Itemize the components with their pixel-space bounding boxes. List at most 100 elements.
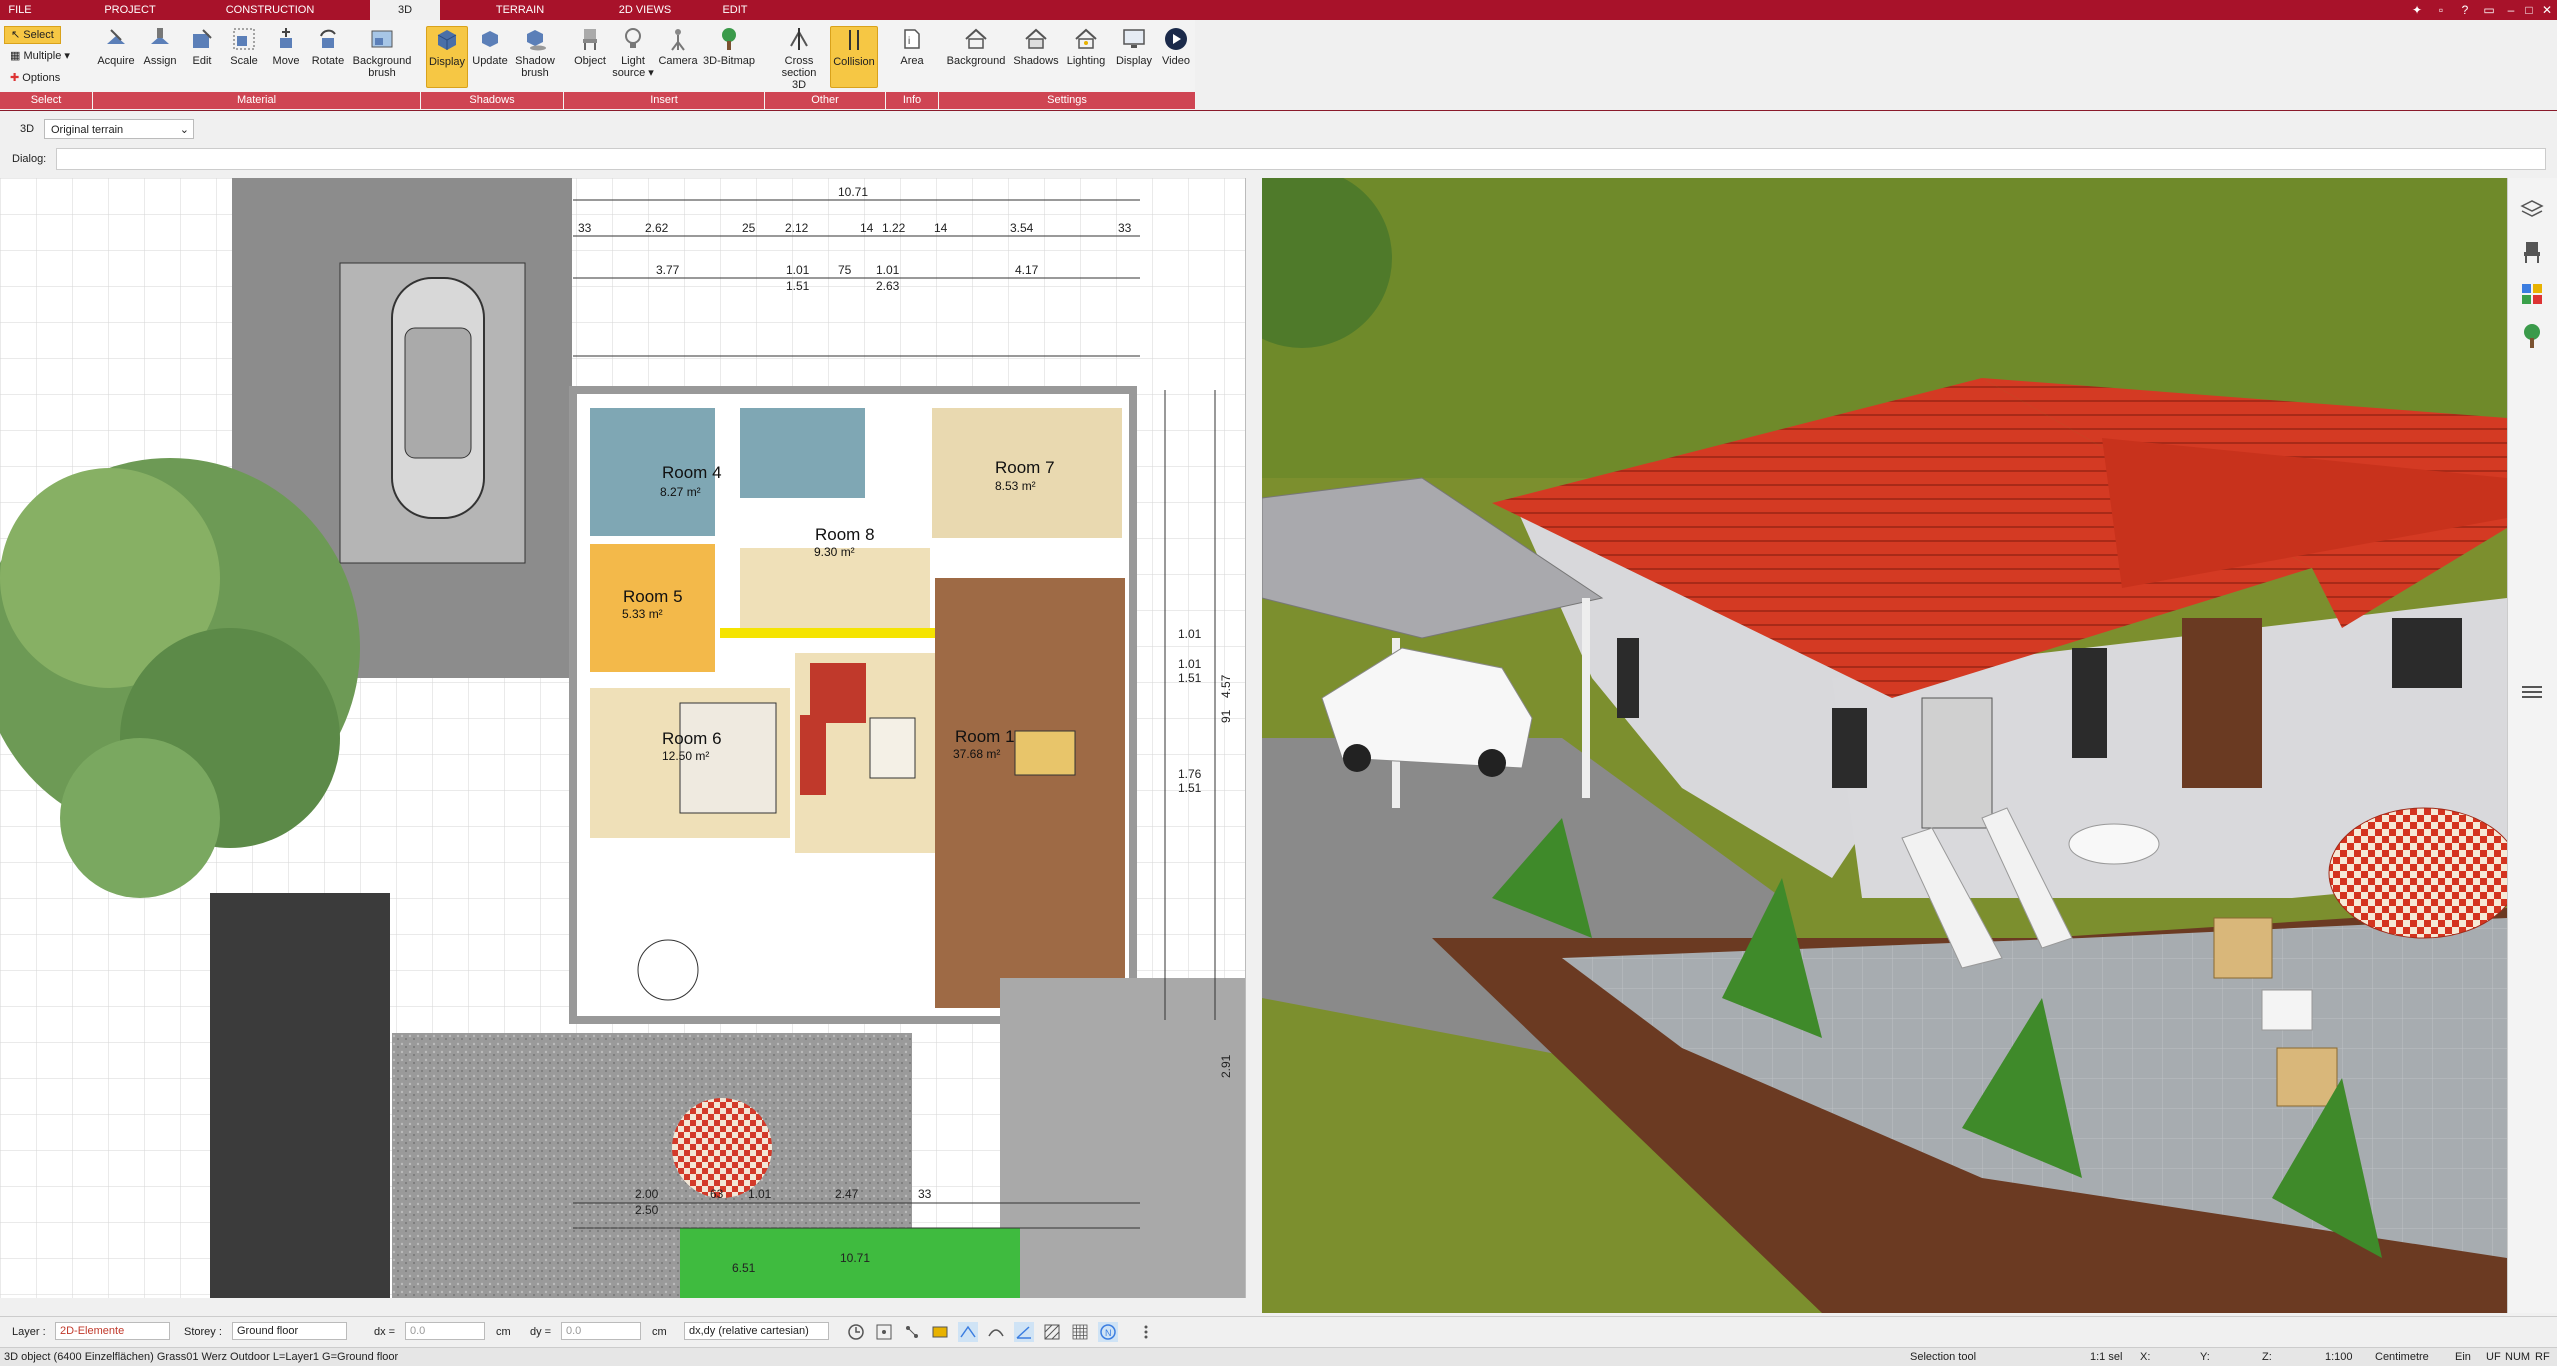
lighting-settings-button[interactable]: Lighting (1062, 26, 1110, 86)
tab-2d-views[interactable]: 2D VIEWS (610, 0, 680, 20)
display-cube-icon (437, 30, 457, 50)
3d-canvas[interactable] (1262, 178, 2507, 1313)
floor-plan-canvas[interactable]: 10.71 33 2.62 25 2.12 14 1.22 14 3.54 33… (0, 178, 1245, 1298)
area-button[interactable]: i Area (892, 26, 932, 86)
plants-icon[interactable] (2518, 322, 2546, 350)
layers-toggle-icon[interactable] (930, 1322, 950, 1342)
round-table-3d (2068, 823, 2160, 865)
background-brush-icon (371, 30, 393, 48)
dialog-input[interactable] (56, 148, 2546, 170)
shadow-brush-button[interactable]: Shadow brush (512, 26, 558, 86)
hatch-icon[interactable] (1042, 1322, 1062, 1342)
status-object-info: 3D object (6400 Einzelflächen) Grass01 W… (4, 1351, 399, 1363)
dy-value: 0.0 (566, 1325, 582, 1337)
shadow-brush-icon (527, 30, 546, 51)
grid-icon[interactable] (1070, 1322, 1090, 1342)
storey-select[interactable]: Ground floor (232, 1322, 347, 1340)
layer-select[interactable]: 2D-Elemente (55, 1322, 170, 1340)
collision-button[interactable]: Collision (830, 26, 878, 88)
tab-file[interactable]: FILE (0, 0, 40, 20)
clock-icon[interactable] (846, 1322, 866, 1342)
group-material: Material (93, 92, 421, 109)
dx-input[interactable]: 0.0 (405, 1322, 485, 1340)
tab-3d[interactable]: 3D (370, 0, 440, 20)
display-button[interactable]: Display (426, 26, 468, 88)
scale-button[interactable]: Scale (224, 26, 264, 86)
layers-icon[interactable] (2518, 196, 2546, 224)
update-button[interactable]: Update (470, 26, 510, 86)
multiple-button[interactable]: ▦ Multiple ▾ (4, 48, 76, 64)
move-label: Move (272, 55, 300, 67)
dim-text: 4.57 (1219, 674, 1233, 698)
assign-button[interactable]: Assign (140, 26, 180, 86)
tools-icon[interactable]: ✦ (2408, 1, 2426, 19)
terrain-select[interactable]: Original terrain ⌄ (44, 119, 194, 139)
coordinate-mode-select[interactable]: dx,dy (relative cartesian) (684, 1322, 829, 1340)
close-icon[interactable]: ✕ (2538, 1, 2556, 19)
light-source-button[interactable]: Light source ▾ (612, 26, 654, 86)
window-icon[interactable]: ▫ (2432, 1, 2450, 19)
north-icon[interactable]: N (1098, 1322, 1118, 1342)
shadows-settings-button[interactable]: Shadows (1010, 26, 1062, 86)
object-button[interactable]: Object (570, 26, 610, 86)
dining-table (1014, 730, 1076, 776)
tab-construction[interactable]: CONSTRUCTION (220, 0, 320, 20)
background-brush-button[interactable]: Background brush (350, 26, 414, 86)
snap-grid-icon[interactable] (874, 1322, 894, 1342)
dx-value: 0.0 (410, 1325, 426, 1337)
window (2392, 618, 2462, 688)
status-selection: 1:1 sel (2090, 1351, 2123, 1363)
video-button[interactable]: Video (1158, 26, 1194, 86)
select-button[interactable]: ↖ Select (4, 26, 61, 44)
ribbon-divider (0, 110, 2557, 111)
tab-edit[interactable]: EDIT (715, 0, 755, 20)
3d-view[interactable] (1262, 178, 2507, 1313)
path-gravel (1000, 978, 1245, 1298)
tab-terrain[interactable]: TERRAIN (490, 0, 550, 20)
dy-input[interactable]: 0.0 (561, 1322, 641, 1340)
floor-plan-view[interactable]: 10.71 33 2.62 25 2.12 14 1.22 14 3.54 33… (0, 178, 1246, 1298)
group-insert: Insert (564, 92, 765, 109)
room-1-name: Room 1 (955, 727, 1015, 746)
tab-project[interactable]: PROJECT (100, 0, 160, 20)
minimize-icon[interactable]: – (2502, 1, 2520, 19)
menu-icon[interactable] (2518, 678, 2546, 706)
snap-angle-icon[interactable] (1014, 1322, 1034, 1342)
acquire-button[interactable]: Acquire (96, 26, 136, 86)
room-5-area: 5.33 m² (622, 607, 663, 621)
options-button[interactable]: ✚ Options (4, 70, 66, 86)
window (1832, 708, 1867, 788)
status-unit: Centimetre (2375, 1351, 2429, 1363)
snap-curve-icon[interactable] (986, 1322, 1006, 1342)
room-1-floor (935, 578, 1125, 1008)
edit-button[interactable]: Edit (184, 26, 220, 86)
background-settings-button[interactable]: Background (944, 26, 1008, 86)
edit-icon (193, 29, 212, 48)
camera-button[interactable]: Camera (656, 26, 700, 86)
cross-section-button[interactable]: Cross section 3D (776, 26, 822, 91)
svg-text:i: i (908, 36, 910, 47)
dim-text: 10.71 (838, 185, 868, 199)
area-label: Area (900, 55, 924, 67)
cross-section-icon (790, 28, 808, 50)
materials-icon[interactable] (2518, 280, 2546, 308)
display-settings-button[interactable]: Display (1110, 26, 1158, 86)
move-button[interactable]: Move (268, 26, 304, 86)
status-tool: Selection tool (1910, 1351, 1977, 1363)
rotate-button[interactable]: Rotate (308, 26, 348, 86)
more-options-icon[interactable] (1136, 1322, 1156, 1342)
status-ein: Ein (2455, 1351, 2471, 1363)
status-scale: 1:100 (2325, 1351, 2353, 1363)
room-4-name: Room 4 (662, 463, 722, 482)
bitmap-3d-button[interactable]: 3D-Bitmap (700, 26, 758, 86)
snap-points-icon[interactable] (902, 1322, 922, 1342)
house-shadows-icon (1025, 28, 1047, 49)
snap-line-icon[interactable] (958, 1322, 978, 1342)
rotate-label: Rotate (311, 55, 345, 67)
terrain-select-value: Original terrain (51, 124, 124, 136)
help-icon[interactable]: ? (2456, 1, 2474, 19)
maximize-icon[interactable]: □ (2520, 1, 2538, 19)
restore-icon[interactable]: ▭ (2480, 1, 2498, 19)
chair-icon[interactable] (2518, 238, 2546, 266)
light-source-label-1: Light (621, 55, 645, 67)
